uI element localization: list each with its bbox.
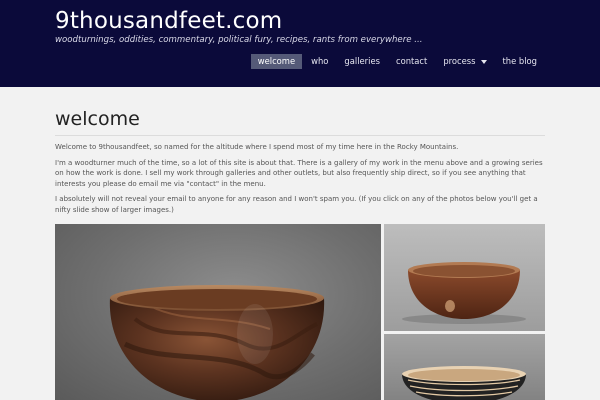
gallery-photo-bowl-2[interactable] xyxy=(384,224,545,331)
intro-paragraph: Welcome to 9thousandfeet, so named for t… xyxy=(55,143,459,151)
nav-item-contact[interactable]: contact xyxy=(389,54,434,69)
page-title: welcome xyxy=(55,108,140,130)
wood-bowl-image xyxy=(402,262,526,324)
wood-bowl-image xyxy=(109,285,325,400)
gallery-photo-large-bowl[interactable] xyxy=(55,224,381,400)
main-content: welcome Welcome to 9thousandfeet, so nam… xyxy=(55,87,545,220)
nav-item-galleries[interactable]: galleries xyxy=(337,54,387,69)
photo-gallery xyxy=(55,224,545,400)
main-nav: welcome who galleries contact process th… xyxy=(249,54,544,69)
privacy-paragraph: I absolutely will not reveal your email … xyxy=(55,195,538,214)
nav-item-who[interactable]: who xyxy=(304,54,335,69)
nav-item-process-label: process xyxy=(443,56,476,66)
title-divider xyxy=(55,135,545,136)
woodturner-paragraph: I'm a woodturner much of the time, so a … xyxy=(55,158,543,188)
caret-down-icon xyxy=(480,60,487,64)
nav-item-welcome[interactable]: welcome xyxy=(250,54,303,69)
nav-item-process[interactable]: process xyxy=(436,54,493,69)
site-title[interactable]: 9thousandfeet.com xyxy=(55,8,282,34)
site-header: 9thousandfeet.com woodturnings, oddities… xyxy=(0,0,600,87)
site-tagline: woodturnings, oddities, commentary, poli… xyxy=(55,35,423,45)
nav-item-the-blog[interactable]: the blog xyxy=(496,54,545,69)
gallery-photo-bowl-3[interactable] xyxy=(384,334,545,400)
carved-bowl-image xyxy=(402,366,526,400)
